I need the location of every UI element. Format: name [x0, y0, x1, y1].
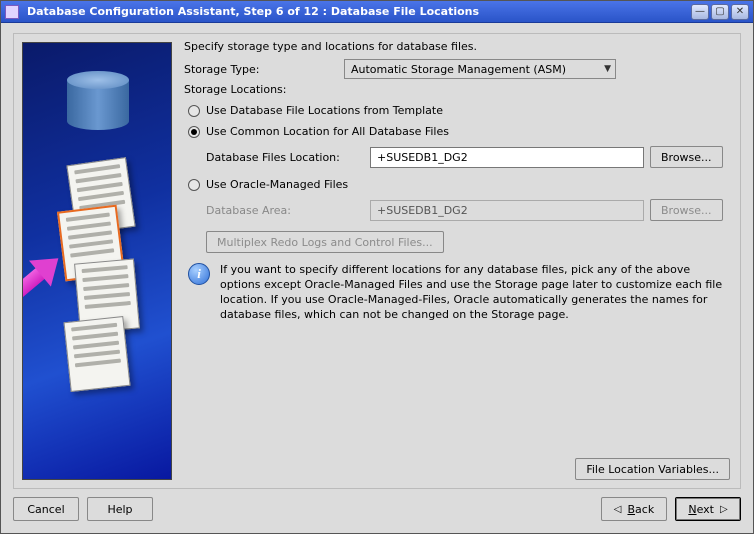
info-text: If you want to specify different locatio… [220, 263, 726, 322]
arrow-icon [22, 267, 46, 297]
database-area-row: Database Area: Browse... [206, 199, 730, 221]
radio-template-label: Use Database File Locations from Templat… [206, 104, 443, 117]
database-cylinder-icon [67, 71, 129, 135]
db-files-location-label: Database Files Location: [206, 151, 364, 164]
window-root: Database Configuration Assistant, Step 6… [0, 0, 754, 534]
radio-common[interactable]: Use Common Location for All Database Fil… [188, 125, 730, 138]
next-button[interactable]: Next ▷ [675, 497, 741, 521]
file-location-variables-row: File Location Variables... [575, 458, 730, 480]
wizard-graphic [22, 42, 172, 480]
back-arrow-icon: ◁ [614, 504, 622, 515]
bottom-bar: Cancel Help ◁ Back Next ▷ [13, 489, 741, 525]
storage-type-select[interactable]: Automatic Storage Management (ASM) ▼ [344, 59, 616, 79]
storage-type-label: Storage Type: [184, 63, 344, 76]
storage-type-value: Automatic Storage Management (ASM) [351, 63, 566, 76]
multiplex-row: Multiplex Redo Logs and Control Files... [206, 231, 730, 253]
radio-template[interactable]: Use Database File Locations from Templat… [188, 104, 730, 117]
browse-common-button[interactable]: Browse... [650, 146, 723, 168]
radio-template-input[interactable] [188, 105, 200, 117]
back-button[interactable]: ◁ Back [601, 497, 667, 521]
radio-omf-input[interactable] [188, 179, 200, 191]
browse-omf-button: Browse... [650, 199, 723, 221]
help-button[interactable]: Help [87, 497, 153, 521]
radio-omf[interactable]: Use Oracle-Managed Files [188, 178, 730, 191]
radio-omf-label: Use Oracle-Managed Files [206, 178, 348, 191]
intro-text: Specify storage type and locations for d… [184, 40, 730, 53]
db-files-location-row: Database Files Location: Browse... [206, 146, 730, 168]
next-arrow-icon: ▷ [720, 504, 728, 515]
info-icon: i [188, 263, 210, 285]
paper-icon [64, 316, 131, 392]
form-pane: Specify storage type and locations for d… [178, 34, 740, 488]
right-buttons: ◁ Back Next ▷ [601, 497, 741, 521]
file-location-variables-button[interactable]: File Location Variables... [575, 458, 730, 480]
radio-common-input[interactable] [188, 126, 200, 138]
app-icon [5, 5, 19, 19]
maximize-button[interactable]: ▢ [711, 4, 729, 20]
window-title: Database Configuration Assistant, Step 6… [27, 5, 691, 18]
minimize-button[interactable]: — [691, 4, 709, 20]
main-panel: Specify storage type and locations for d… [13, 33, 741, 489]
storage-type-row: Storage Type: Automatic Storage Manageme… [184, 59, 730, 79]
chevron-down-icon: ▼ [604, 64, 611, 74]
cancel-button[interactable]: Cancel [13, 497, 79, 521]
database-area-input [370, 200, 644, 221]
back-label-rest: ack [635, 503, 654, 516]
titlebar: Database Configuration Assistant, Step 6… [1, 1, 753, 23]
info-box: i If you want to specify different locat… [188, 263, 726, 322]
radio-common-label: Use Common Location for All Database Fil… [206, 125, 449, 138]
window-buttons: — ▢ ✕ [691, 4, 749, 20]
database-area-label: Database Area: [206, 204, 364, 217]
multiplex-button: Multiplex Redo Logs and Control Files... [206, 231, 444, 253]
content-area: Specify storage type and locations for d… [1, 23, 753, 533]
storage-locations-label: Storage Locations: [184, 83, 730, 96]
db-files-location-input[interactable] [370, 147, 644, 168]
next-label-rest: ext [697, 503, 714, 516]
close-button[interactable]: ✕ [731, 4, 749, 20]
left-buttons: Cancel Help [13, 497, 153, 521]
